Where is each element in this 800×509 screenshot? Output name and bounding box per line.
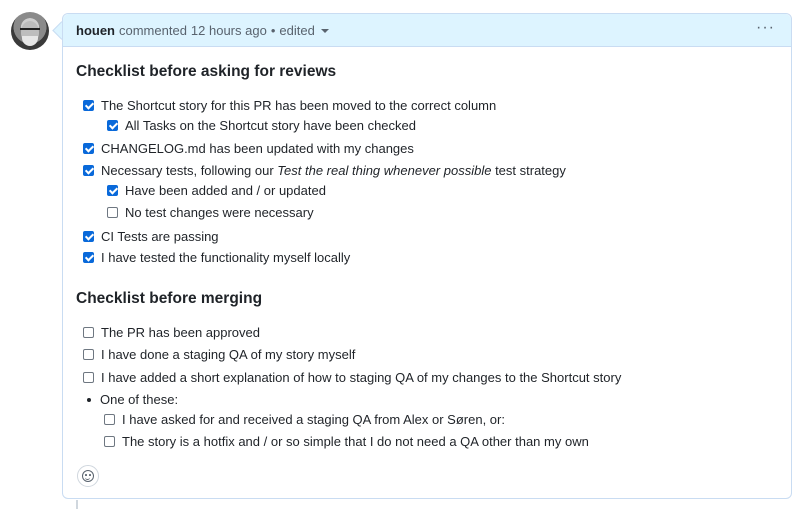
- section-title-reviews: Checklist before asking for reviews: [76, 63, 337, 80]
- comment-author[interactable]: houen: [76, 23, 115, 38]
- checklist-item-label-end: test strategy: [491, 163, 566, 178]
- checkbox[interactable]: [83, 252, 94, 263]
- comment-action: commented: [119, 22, 187, 38]
- checklist-subitem: I have asked for and received a staging …: [104, 412, 505, 427]
- checklist-item-label: I have added a short explanation of how …: [101, 370, 622, 385]
- bullet-item: One of these:: [83, 392, 178, 407]
- checklist-item-label: CI Tests are passing: [101, 229, 219, 244]
- checklist-item: The PR has been approved: [83, 325, 260, 340]
- checklist-item-label: All Tasks on the Shortcut story have bee…: [125, 118, 416, 133]
- checklist-item-label: No test changes were necessary: [125, 205, 314, 220]
- checklist-item-label-start: Necessary tests, following our: [101, 163, 278, 178]
- meta-separator: •: [270, 22, 276, 38]
- checklist-subitem: No test changes were necessary: [107, 205, 314, 220]
- checklist-subitem: Have been added and / or updated: [107, 183, 326, 198]
- checkbox[interactable]: [83, 143, 94, 154]
- comment-header: houen commented 12 hours ago • edited ··…: [63, 14, 791, 47]
- comment-time[interactable]: 12 hours ago: [191, 23, 267, 38]
- checklist-item-label: I have tested the functionality myself l…: [101, 250, 351, 265]
- strategy-name: Test the real thing whenever possible: [277, 163, 492, 178]
- checklist-item: I have tested the functionality myself l…: [83, 250, 350, 265]
- checkbox[interactable]: [107, 120, 118, 131]
- checkbox[interactable]: [83, 349, 94, 360]
- kebab-horizontal-icon[interactable]: ···: [756, 20, 775, 36]
- edited-dropdown[interactable]: edited: [279, 22, 329, 38]
- checklist-item-label: The Shortcut story for this PR has been …: [101, 98, 497, 113]
- checklist-item-label: I have done a staging QA of my story mys…: [101, 347, 356, 362]
- checklist-item: The Shortcut story for this PR has been …: [83, 98, 496, 113]
- checklist-subitem: All Tasks on the Shortcut story have bee…: [107, 118, 416, 133]
- add-reaction-button[interactable]: [77, 465, 99, 487]
- checklist-item: I have added a short explanation of how …: [83, 370, 621, 385]
- checklist-item-label: Have been added and / or updated: [125, 183, 326, 198]
- checklist-item-label: The story is a hotfix and / or so simple…: [122, 434, 589, 449]
- section-title-merging: Checklist before merging: [76, 290, 263, 307]
- checkbox[interactable]: [107, 207, 118, 218]
- comment-box: houen commented 12 hours ago • edited ··…: [62, 13, 792, 499]
- checklist-item: CHANGELOG.md has been updated with my ch…: [83, 141, 414, 156]
- checkbox[interactable]: [83, 165, 94, 176]
- checkbox[interactable]: [83, 372, 94, 383]
- caret-down-icon: [320, 29, 329, 33]
- checkbox[interactable]: [107, 185, 118, 196]
- checklist-item-label: The PR has been approved: [101, 325, 260, 340]
- checklist-item-label: I have asked for and received a staging …: [122, 412, 505, 427]
- checklist-item: Necessary tests, following our Test the …: [83, 163, 566, 178]
- checklist-item: I have done a staging QA of my story mys…: [83, 347, 355, 362]
- timeline-line: [76, 500, 78, 509]
- bullet-dot: [87, 397, 91, 402]
- edited-label: edited: [279, 22, 315, 38]
- checkbox[interactable]: [83, 100, 94, 111]
- checklist-item-label: CHANGELOG.md has been updated with my ch…: [101, 141, 414, 156]
- avatar[interactable]: [11, 12, 49, 50]
- checklist-subitem: The story is a hotfix and / or so simple…: [104, 434, 589, 449]
- checklist-item: CI Tests are passing: [83, 229, 219, 244]
- smiley-icon: [82, 470, 94, 482]
- checkbox[interactable]: [83, 327, 94, 338]
- checkbox[interactable]: [83, 231, 94, 242]
- checkbox[interactable]: [104, 414, 115, 425]
- bullet-item-label: One of these:: [100, 392, 179, 407]
- checkbox[interactable]: [104, 436, 115, 447]
